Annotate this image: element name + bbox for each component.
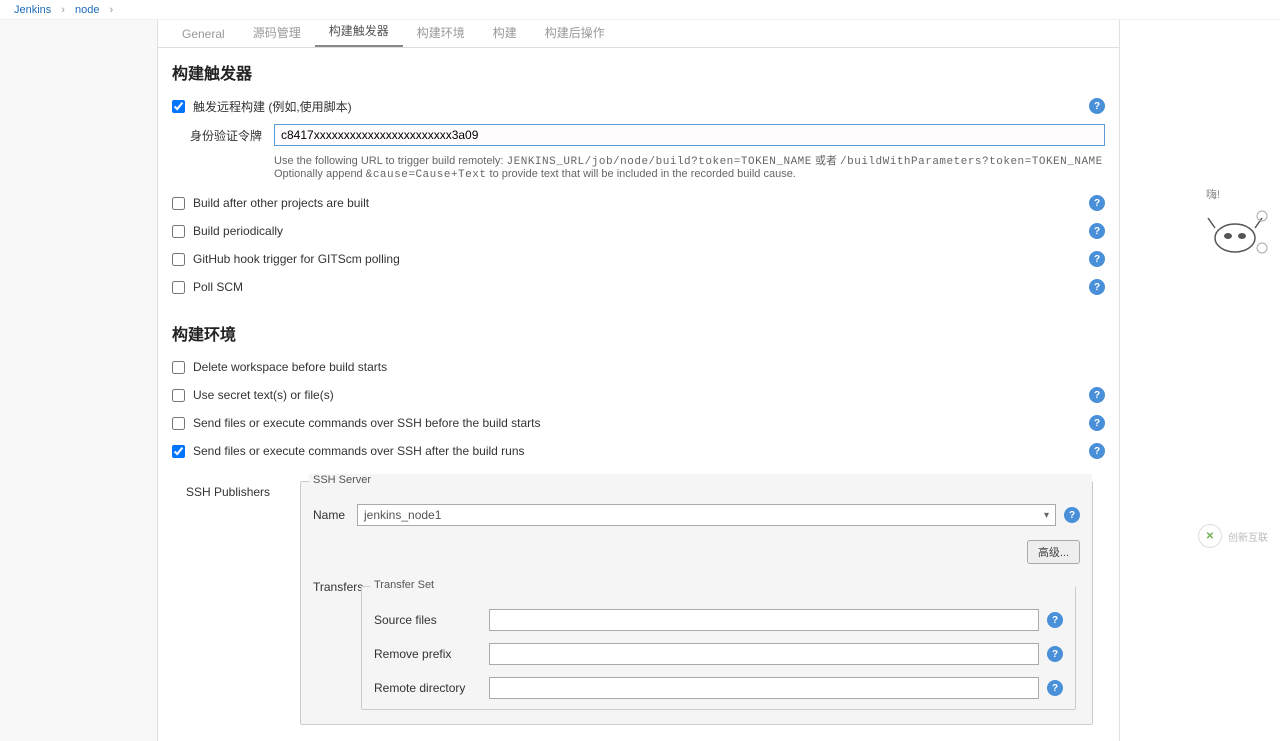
tab-post[interactable]: 构建后操作 — [531, 18, 619, 47]
ssh-before-label: Send files or execute commands over SSH … — [193, 416, 1105, 430]
delete-workspace-label: Delete workspace before build starts — [193, 360, 1105, 374]
breadcrumb-item[interactable]: node — [69, 4, 105, 16]
help-icon[interactable]: ? — [1089, 387, 1105, 403]
tab-env[interactable]: 构建环境 — [403, 18, 479, 47]
auth-token-input[interactable] — [274, 124, 1105, 146]
build-after-checkbox[interactable] — [172, 197, 185, 210]
help-icon[interactable]: ? — [1089, 279, 1105, 295]
section-triggers: 构建触发器 触发远程构建 (例如,使用脚本) ? 身份验证令牌 Use the … — [158, 48, 1119, 309]
breadcrumb: Jenkins › node › — [0, 0, 1280, 20]
breadcrumb-sep: › — [57, 4, 69, 16]
hint-url: JENKINS_URL/job/node/build?token=TOKEN_N… — [507, 156, 812, 168]
left-sidebar — [0, 20, 157, 741]
config-tabs: General 源码管理 构建触发器 构建环境 构建 构建后操作 — [158, 20, 1119, 48]
section-title-triggers: 构建触发器 — [172, 60, 1105, 84]
help-icon[interactable]: ? — [1089, 223, 1105, 239]
brand-text: 创新互联 — [1228, 529, 1268, 544]
delete-workspace-checkbox[interactable] — [172, 361, 185, 374]
github-hook-checkbox[interactable] — [172, 253, 185, 266]
help-icon[interactable]: ? — [1089, 415, 1105, 431]
transfer-set-legend: Transfer Set — [370, 579, 1075, 591]
trigger-remote-label: 触发远程构建 (例如,使用脚本) — [193, 98, 1105, 115]
help-icon[interactable]: ? — [1089, 443, 1105, 459]
ssh-publishers-label: SSH Publishers — [186, 477, 296, 729]
brand-icon: ✕ — [1198, 524, 1222, 548]
remove-prefix-input[interactable] — [489, 643, 1039, 665]
tab-general[interactable]: General — [168, 21, 239, 47]
env-opt-row: Send files or execute commands over SSH … — [172, 441, 1105, 461]
ssh-name-label: Name — [313, 508, 357, 522]
ssh-after-checkbox[interactable] — [172, 445, 185, 458]
tab-build[interactable]: 构建 — [479, 18, 531, 47]
ssh-server-fieldset: SSH Server Name jenkins_node1 ? 高级... — [300, 481, 1093, 725]
transfer-set-fieldset: Transfer Set Source files ? — [361, 586, 1076, 710]
ssh-server-legend: SSH Server — [309, 474, 1092, 486]
poll-scm-checkbox[interactable] — [172, 281, 185, 294]
source-files-input[interactable] — [489, 609, 1039, 631]
help-icon[interactable]: ? — [1064, 507, 1080, 523]
hint-text: Use the following URL to trigger build r… — [274, 155, 507, 167]
secret-text-checkbox[interactable] — [172, 389, 185, 402]
secret-text-label: Use secret text(s) or file(s) — [193, 388, 1105, 402]
remote-dir-label: Remote directory — [374, 681, 489, 695]
hint2-text: Optionally append — [274, 168, 366, 180]
help-icon[interactable]: ? — [1047, 646, 1063, 662]
advanced-button[interactable]: 高级... — [1027, 540, 1080, 564]
trigger-opt-row: GitHub hook trigger for GITScm polling ? — [172, 249, 1105, 269]
breadcrumb-sep: › — [105, 4, 117, 16]
auth-token-label: 身份验证令牌 — [190, 127, 274, 144]
remove-prefix-label: Remove prefix — [374, 647, 489, 661]
source-files-label: Source files — [374, 613, 489, 627]
help-icon[interactable]: ? — [1047, 612, 1063, 628]
section-title-env: 构建环境 — [172, 321, 1105, 345]
ssh-before-checkbox[interactable] — [172, 417, 185, 430]
ssh-name-value: jenkins_node1 — [364, 508, 441, 522]
help-icon[interactable]: ? — [1089, 251, 1105, 267]
tab-scm[interactable]: 源码管理 — [239, 18, 315, 47]
hint-or: 或者 — [815, 155, 840, 167]
build-after-label: Build after other projects are built — [193, 196, 1105, 210]
trigger-opt-row: Build periodically ? — [172, 221, 1105, 241]
env-opt-row: Delete workspace before build starts — [172, 357, 1105, 377]
trigger-remote-checkbox[interactable] — [172, 100, 185, 113]
env-opt-row: Use secret text(s) or file(s) ? — [172, 385, 1105, 405]
ssh-after-label: Send files or execute commands over SSH … — [193, 444, 1105, 458]
help-icon[interactable]: ? — [1089, 98, 1105, 114]
help-icon[interactable]: ? — [1089, 195, 1105, 211]
hint2-tail: to provide text that will be included in… — [490, 168, 796, 180]
env-opt-row: Send files or execute commands over SSH … — [172, 413, 1105, 433]
github-hook-label: GitHub hook trigger for GITScm polling — [193, 252, 1105, 266]
remote-dir-input[interactable] — [489, 677, 1039, 699]
ssh-name-select[interactable]: jenkins_node1 — [357, 504, 1056, 526]
tab-triggers[interactable]: 构建触发器 — [315, 16, 403, 47]
hint2-mono: &cause=Cause+Text — [366, 169, 487, 181]
footer-logo: ✕ 创新互联 — [1198, 524, 1268, 548]
section-env: 构建环境 Delete workspace before build start… — [158, 309, 1119, 741]
trigger-opt-row: Build after other projects are built ? — [172, 193, 1105, 213]
hint-url2: /buildWithParameters?token=TOKEN_NAME — [840, 156, 1103, 168]
transfers-label: Transfers — [313, 580, 357, 714]
help-icon[interactable]: ? — [1047, 680, 1063, 696]
poll-scm-label: Poll SCM — [193, 280, 1105, 294]
build-periodically-checkbox[interactable] — [172, 225, 185, 238]
build-periodically-label: Build periodically — [193, 224, 1105, 238]
trigger-remote-row: 触发远程构建 (例如,使用脚本) ? — [172, 96, 1105, 116]
breadcrumb-root[interactable]: Jenkins — [8, 4, 57, 16]
trigger-opt-row: Poll SCM ? — [172, 277, 1105, 297]
